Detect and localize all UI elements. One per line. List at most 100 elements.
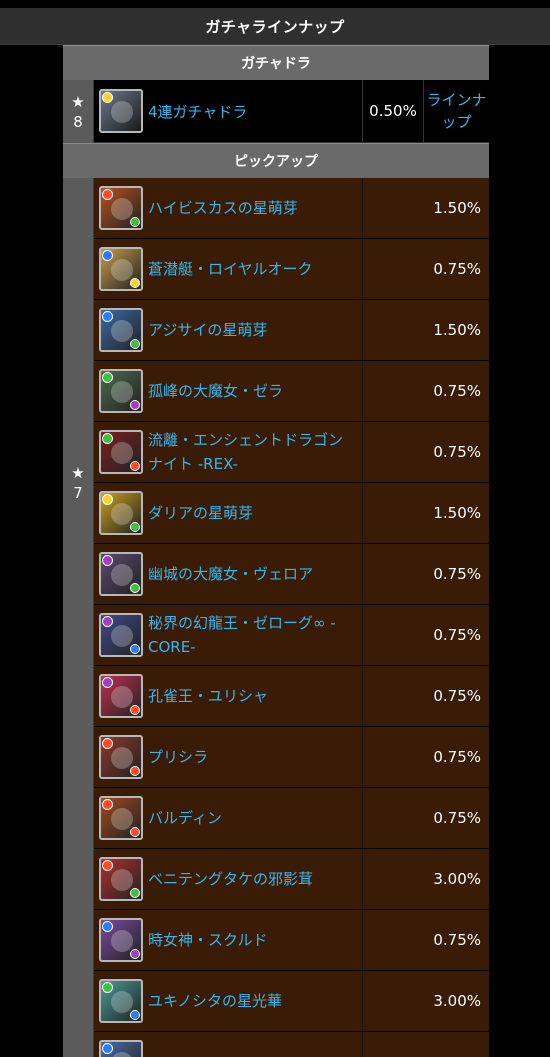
monster-icon[interactable] <box>99 735 143 779</box>
monster-name-link[interactable]: 幽城の大魔女・ヴェロア <box>148 544 363 604</box>
rate-value: 1.50% <box>433 199 481 217</box>
portrait-icon <box>111 991 133 1013</box>
star-icon: ★ <box>71 92 85 111</box>
portrait-icon <box>111 259 133 281</box>
section-title: ピックアップ <box>234 154 318 170</box>
monster-name-link[interactable]: バルディン <box>148 788 363 848</box>
monster-icon-cell <box>94 666 148 726</box>
monster-icon[interactable] <box>99 857 143 901</box>
rarity-group-next: バルディン 0.75% ベニテングタケの邪影茸 3.00% 時女神・スクルド 0.75% ユ… <box>63 788 489 1057</box>
monster-name-link[interactable]: プリシラ <box>148 727 363 787</box>
monster-name-link[interactable]: ダリアの星萌芽 <box>148 483 363 543</box>
table-row: 流離・エンシェントドラゴンナイト -REX- 0.75% <box>94 422 489 483</box>
monster-icon-cell <box>94 605 148 665</box>
monster-name-link[interactable]: ハイビスカスの星萌芽 <box>148 178 363 238</box>
rarity-group-7: ★ 7 ハイビスカスの星萌芽 1.50% 蒼潜艇・ロイヤルオーク 0.75% アジサイの… <box>63 178 489 788</box>
attribute-icon <box>102 921 113 932</box>
monster-name-link[interactable]: アジサイの星萌芽 <box>148 300 363 360</box>
monster-icon[interactable] <box>99 552 143 596</box>
rate-value: 0.50% <box>363 80 424 142</box>
monster-icon-cell <box>94 971 148 1031</box>
rate-value: 0.75% <box>433 809 481 827</box>
monster-icon[interactable] <box>99 89 143 133</box>
attribute-icon <box>102 799 113 810</box>
sub-attribute-icon <box>130 400 140 410</box>
monster-icon-cell <box>94 910 148 970</box>
monster-icon[interactable] <box>99 491 143 535</box>
monster-name-link[interactable]: 蒼潜艇・ロイヤルオーク <box>148 239 363 299</box>
monster-name-link[interactable]: 秘界の幻龍王・ゼローグ∞ -CORE- <box>148 605 363 665</box>
portrait-icon <box>111 930 133 952</box>
sub-attribute-icon <box>130 705 140 715</box>
rate-value: 0.75% <box>433 748 481 766</box>
sub-attribute-icon <box>130 278 140 288</box>
rarity-cell <box>63 788 94 1057</box>
sub-attribute-icon <box>130 461 140 471</box>
attribute-icon <box>102 250 113 261</box>
section-header-pickup: ピックアップ <box>63 143 489 178</box>
lineup-link[interactable]: ラインナップ <box>424 80 489 142</box>
attribute-icon <box>102 738 113 749</box>
monster-name-link[interactable]: 孤峰の大魔女・ゼラ <box>148 361 363 421</box>
monster-icon[interactable] <box>99 308 143 352</box>
table-row: 孤峰の大魔女・ゼラ 0.75% <box>94 361 489 422</box>
monster-icon[interactable] <box>99 918 143 962</box>
portrait-icon <box>111 381 133 403</box>
rarity-cell: ★ 8 <box>63 80 94 143</box>
monster-icon-cell <box>94 178 148 238</box>
monster-icon-cell <box>94 300 148 360</box>
monster-icon-cell <box>94 483 148 543</box>
monster-name-link[interactable]: 孔雀王・ユリシャ <box>148 666 363 726</box>
table-row: 孔雀王・ユリシャ 0.75% <box>94 666 489 727</box>
table-row: 蒼潜艇・ロイヤルオーク 0.75% <box>94 239 489 300</box>
rate-value: 1.50% <box>433 321 481 339</box>
attribute-icon <box>102 860 113 871</box>
monster-icon-cell <box>94 239 148 299</box>
rate-value: 0.75% <box>433 626 481 644</box>
rate-value: 0.75% <box>433 931 481 949</box>
sub-attribute-icon <box>130 827 140 837</box>
table-row: 幽城の大魔女・ヴェロア 0.75% <box>94 544 489 605</box>
table-row: アジサイの星萌芽 1.50% <box>94 300 489 361</box>
monster-icon[interactable] <box>99 186 143 230</box>
monster-name-link[interactable] <box>148 1032 363 1057</box>
table-row: ユキノシタの星光華 3.00% <box>94 971 489 1032</box>
monster-name-link[interactable]: ユキノシタの星光華 <box>148 971 363 1031</box>
sub-attribute-icon <box>130 1010 140 1020</box>
rate-value: 0.75% <box>433 565 481 583</box>
attribute-icon <box>102 982 113 993</box>
attribute-icon <box>102 372 113 383</box>
table-row: 4連ガチャドラ 0.50% ラインナップ <box>94 80 489 143</box>
monster-icon[interactable] <box>99 369 143 413</box>
portrait-icon <box>111 503 133 525</box>
monster-name-link[interactable]: 4連ガチャドラ <box>148 80 363 142</box>
monster-icon[interactable] <box>99 979 143 1023</box>
section-header-gacha-dragon: ガチャドラ <box>63 45 489 80</box>
sub-attribute-icon <box>130 583 140 593</box>
monster-icon[interactable] <box>99 247 143 291</box>
monster-name-link[interactable]: ベニテングタケの邪影茸 <box>148 849 363 909</box>
monster-icon-cell <box>94 544 148 604</box>
portrait-icon <box>111 808 133 830</box>
table-row: 秘界の幻龍王・ゼローグ∞ -CORE- 0.75% <box>94 605 489 666</box>
attribute-icon <box>102 494 113 505</box>
portrait-icon <box>111 320 133 342</box>
monster-icon[interactable] <box>99 613 143 657</box>
monster-name-link[interactable]: 時女神・スクルド <box>148 910 363 970</box>
monster-icon[interactable] <box>99 430 143 474</box>
monster-icon-cell <box>94 361 148 421</box>
rate-value: 0.75% <box>433 382 481 400</box>
sub-attribute-icon <box>130 522 140 532</box>
lineup-table: ガチャドラ ★ 8 4連ガチャドラ 0.50% ラインナップ ピックアップ ★ … <box>63 45 489 1057</box>
monster-icon[interactable] <box>99 796 143 840</box>
portrait-icon <box>111 1052 133 1057</box>
monster-icon[interactable] <box>99 674 143 718</box>
attribute-icon <box>102 1043 113 1054</box>
portrait-icon <box>111 198 133 220</box>
monster-icon[interactable] <box>99 1040 143 1057</box>
rate-value: 0.75% <box>433 260 481 278</box>
rarity-cell: ★ 7 <box>63 178 94 788</box>
monster-name-link[interactable]: 流離・エンシェントドラゴンナイト -REX- <box>148 422 363 482</box>
sub-attribute-icon <box>130 766 140 776</box>
group2-rows: バルディン 0.75% ベニテングタケの邪影茸 3.00% 時女神・スクルド 0.75% ユ… <box>94 788 489 1057</box>
